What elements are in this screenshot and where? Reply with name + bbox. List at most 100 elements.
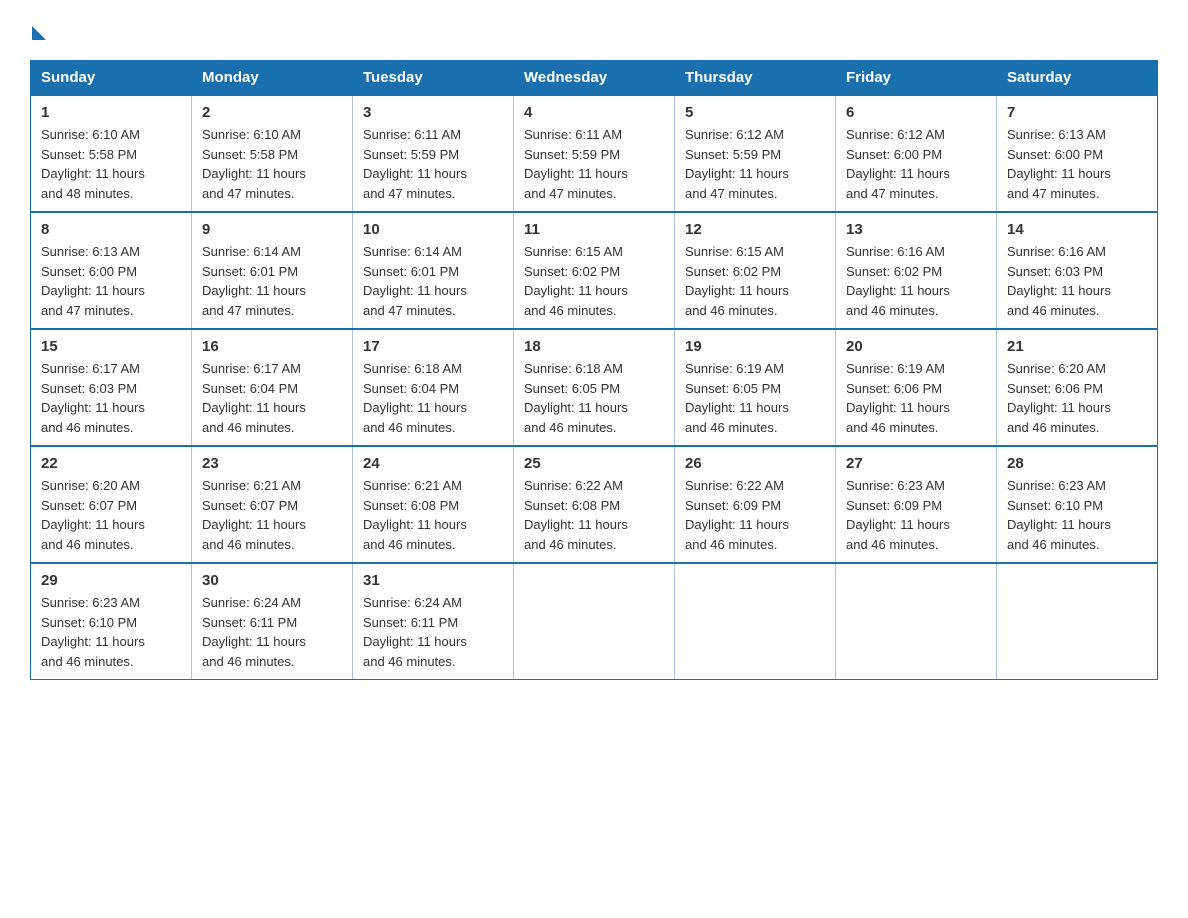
day-info: Sunrise: 6:23 AMSunset: 6:09 PMDaylight:… xyxy=(846,478,950,552)
day-number: 25 xyxy=(524,455,664,472)
day-info: Sunrise: 6:24 AMSunset: 6:11 PMDaylight:… xyxy=(363,595,467,669)
calendar-cell: 21 Sunrise: 6:20 AMSunset: 6:06 PMDaylig… xyxy=(997,329,1158,446)
calendar-cell: 1 Sunrise: 6:10 AMSunset: 5:58 PMDayligh… xyxy=(31,95,192,212)
day-info: Sunrise: 6:13 AMSunset: 6:00 PMDaylight:… xyxy=(1007,127,1111,201)
day-number: 22 xyxy=(41,455,181,472)
page-header xyxy=(30,20,1158,40)
calendar-week-row: 15 Sunrise: 6:17 AMSunset: 6:03 PMDaylig… xyxy=(31,329,1158,446)
day-number: 28 xyxy=(1007,455,1147,472)
day-number: 26 xyxy=(685,455,825,472)
day-info: Sunrise: 6:24 AMSunset: 6:11 PMDaylight:… xyxy=(202,595,306,669)
day-info: Sunrise: 6:16 AMSunset: 6:03 PMDaylight:… xyxy=(1007,244,1111,318)
day-number: 15 xyxy=(41,338,181,355)
day-number: 3 xyxy=(363,104,503,121)
day-info: Sunrise: 6:21 AMSunset: 6:08 PMDaylight:… xyxy=(363,478,467,552)
day-number: 5 xyxy=(685,104,825,121)
calendar-cell: 28 Sunrise: 6:23 AMSunset: 6:10 PMDaylig… xyxy=(997,446,1158,563)
day-info: Sunrise: 6:22 AMSunset: 6:09 PMDaylight:… xyxy=(685,478,789,552)
calendar-cell: 7 Sunrise: 6:13 AMSunset: 6:00 PMDayligh… xyxy=(997,95,1158,212)
logo-arrow-icon xyxy=(32,26,46,40)
day-info: Sunrise: 6:20 AMSunset: 6:07 PMDaylight:… xyxy=(41,478,145,552)
day-info: Sunrise: 6:11 AMSunset: 5:59 PMDaylight:… xyxy=(363,127,467,201)
day-number: 16 xyxy=(202,338,342,355)
calendar-cell: 5 Sunrise: 6:12 AMSunset: 5:59 PMDayligh… xyxy=(675,95,836,212)
day-number: 7 xyxy=(1007,104,1147,121)
day-info: Sunrise: 6:10 AMSunset: 5:58 PMDaylight:… xyxy=(202,127,306,201)
weekday-header-monday: Monday xyxy=(192,61,353,96)
day-info: Sunrise: 6:18 AMSunset: 6:04 PMDaylight:… xyxy=(363,361,467,435)
calendar-cell: 24 Sunrise: 6:21 AMSunset: 6:08 PMDaylig… xyxy=(353,446,514,563)
day-number: 21 xyxy=(1007,338,1147,355)
calendar-week-row: 22 Sunrise: 6:20 AMSunset: 6:07 PMDaylig… xyxy=(31,446,1158,563)
day-number: 1 xyxy=(41,104,181,121)
day-info: Sunrise: 6:15 AMSunset: 6:02 PMDaylight:… xyxy=(685,244,789,318)
day-info: Sunrise: 6:17 AMSunset: 6:04 PMDaylight:… xyxy=(202,361,306,435)
day-number: 11 xyxy=(524,221,664,238)
day-number: 20 xyxy=(846,338,986,355)
day-info: Sunrise: 6:21 AMSunset: 6:07 PMDaylight:… xyxy=(202,478,306,552)
weekday-header-sunday: Sunday xyxy=(31,61,192,96)
weekday-header-saturday: Saturday xyxy=(997,61,1158,96)
calendar-cell: 20 Sunrise: 6:19 AMSunset: 6:06 PMDaylig… xyxy=(836,329,997,446)
calendar-cell xyxy=(514,563,675,680)
day-number: 19 xyxy=(685,338,825,355)
calendar-cell: 22 Sunrise: 6:20 AMSunset: 6:07 PMDaylig… xyxy=(31,446,192,563)
weekday-header-tuesday: Tuesday xyxy=(353,61,514,96)
day-info: Sunrise: 6:10 AMSunset: 5:58 PMDaylight:… xyxy=(41,127,145,201)
calendar-cell: 26 Sunrise: 6:22 AMSunset: 6:09 PMDaylig… xyxy=(675,446,836,563)
calendar-cell: 16 Sunrise: 6:17 AMSunset: 6:04 PMDaylig… xyxy=(192,329,353,446)
calendar-cell xyxy=(675,563,836,680)
weekday-header-row: SundayMondayTuesdayWednesdayThursdayFrid… xyxy=(31,61,1158,96)
calendar-cell: 2 Sunrise: 6:10 AMSunset: 5:58 PMDayligh… xyxy=(192,95,353,212)
day-number: 14 xyxy=(1007,221,1147,238)
day-number: 30 xyxy=(202,572,342,589)
day-info: Sunrise: 6:15 AMSunset: 6:02 PMDaylight:… xyxy=(524,244,628,318)
calendar-cell: 9 Sunrise: 6:14 AMSunset: 6:01 PMDayligh… xyxy=(192,212,353,329)
day-number: 4 xyxy=(524,104,664,121)
calendar-table: SundayMondayTuesdayWednesdayThursdayFrid… xyxy=(30,60,1158,680)
day-number: 17 xyxy=(363,338,503,355)
calendar-cell xyxy=(997,563,1158,680)
calendar-cell: 10 Sunrise: 6:14 AMSunset: 6:01 PMDaylig… xyxy=(353,212,514,329)
weekday-header-thursday: Thursday xyxy=(675,61,836,96)
day-info: Sunrise: 6:17 AMSunset: 6:03 PMDaylight:… xyxy=(41,361,145,435)
calendar-cell: 4 Sunrise: 6:11 AMSunset: 5:59 PMDayligh… xyxy=(514,95,675,212)
calendar-week-row: 29 Sunrise: 6:23 AMSunset: 6:10 PMDaylig… xyxy=(31,563,1158,680)
calendar-cell: 31 Sunrise: 6:24 AMSunset: 6:11 PMDaylig… xyxy=(353,563,514,680)
day-info: Sunrise: 6:12 AMSunset: 5:59 PMDaylight:… xyxy=(685,127,789,201)
calendar-cell: 15 Sunrise: 6:17 AMSunset: 6:03 PMDaylig… xyxy=(31,329,192,446)
weekday-header-friday: Friday xyxy=(836,61,997,96)
day-info: Sunrise: 6:23 AMSunset: 6:10 PMDaylight:… xyxy=(1007,478,1111,552)
day-number: 12 xyxy=(685,221,825,238)
day-info: Sunrise: 6:19 AMSunset: 6:06 PMDaylight:… xyxy=(846,361,950,435)
day-number: 10 xyxy=(363,221,503,238)
day-number: 6 xyxy=(846,104,986,121)
logo xyxy=(30,20,46,40)
calendar-cell: 17 Sunrise: 6:18 AMSunset: 6:04 PMDaylig… xyxy=(353,329,514,446)
day-info: Sunrise: 6:18 AMSunset: 6:05 PMDaylight:… xyxy=(524,361,628,435)
day-info: Sunrise: 6:14 AMSunset: 6:01 PMDaylight:… xyxy=(202,244,306,318)
calendar-week-row: 8 Sunrise: 6:13 AMSunset: 6:00 PMDayligh… xyxy=(31,212,1158,329)
calendar-week-row: 1 Sunrise: 6:10 AMSunset: 5:58 PMDayligh… xyxy=(31,95,1158,212)
calendar-cell: 18 Sunrise: 6:18 AMSunset: 6:05 PMDaylig… xyxy=(514,329,675,446)
calendar-cell xyxy=(836,563,997,680)
day-number: 18 xyxy=(524,338,664,355)
weekday-header-wednesday: Wednesday xyxy=(514,61,675,96)
calendar-cell: 12 Sunrise: 6:15 AMSunset: 6:02 PMDaylig… xyxy=(675,212,836,329)
day-number: 9 xyxy=(202,221,342,238)
day-info: Sunrise: 6:20 AMSunset: 6:06 PMDaylight:… xyxy=(1007,361,1111,435)
calendar-cell: 14 Sunrise: 6:16 AMSunset: 6:03 PMDaylig… xyxy=(997,212,1158,329)
day-info: Sunrise: 6:12 AMSunset: 6:00 PMDaylight:… xyxy=(846,127,950,201)
day-info: Sunrise: 6:16 AMSunset: 6:02 PMDaylight:… xyxy=(846,244,950,318)
day-number: 29 xyxy=(41,572,181,589)
day-number: 8 xyxy=(41,221,181,238)
calendar-cell: 8 Sunrise: 6:13 AMSunset: 6:00 PMDayligh… xyxy=(31,212,192,329)
day-info: Sunrise: 6:11 AMSunset: 5:59 PMDaylight:… xyxy=(524,127,628,201)
day-number: 27 xyxy=(846,455,986,472)
calendar-cell: 6 Sunrise: 6:12 AMSunset: 6:00 PMDayligh… xyxy=(836,95,997,212)
day-number: 13 xyxy=(846,221,986,238)
day-info: Sunrise: 6:22 AMSunset: 6:08 PMDaylight:… xyxy=(524,478,628,552)
calendar-cell: 29 Sunrise: 6:23 AMSunset: 6:10 PMDaylig… xyxy=(31,563,192,680)
calendar-cell: 11 Sunrise: 6:15 AMSunset: 6:02 PMDaylig… xyxy=(514,212,675,329)
calendar-cell: 27 Sunrise: 6:23 AMSunset: 6:09 PMDaylig… xyxy=(836,446,997,563)
